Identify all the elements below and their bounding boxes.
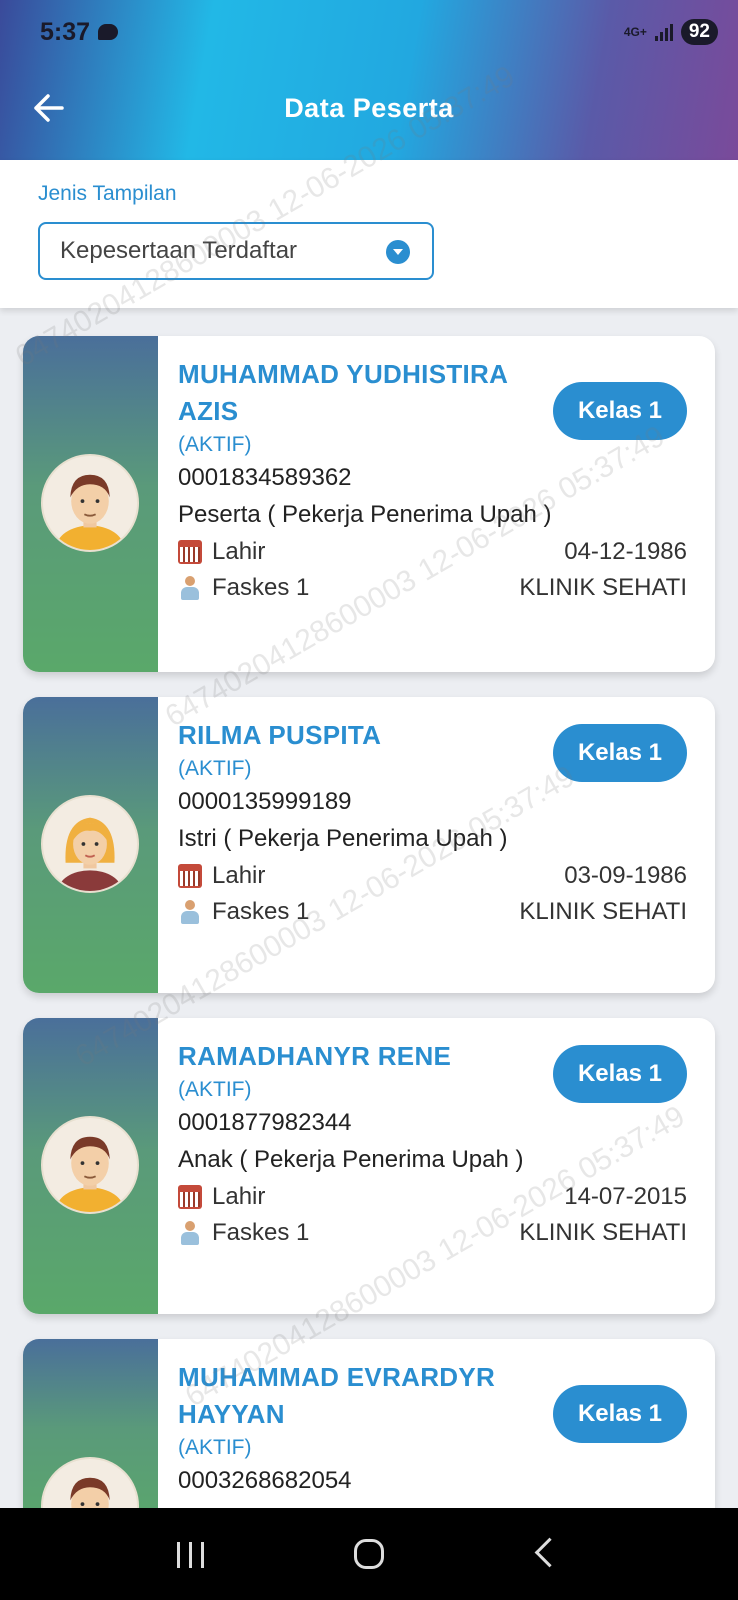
- message-notification-icon: [98, 24, 119, 40]
- recent-apps-icon[interactable]: [171, 1534, 211, 1574]
- member-card[interactable]: MUHAMMAD YUDHISTIRA AZIS (AKTIF) 0001834…: [23, 336, 715, 672]
- birth-date: 14-07-2015: [564, 1183, 687, 1210]
- member-card[interactable]: RAMADHANYR RENE (AKTIF) 0001877982344 An…: [23, 1018, 715, 1314]
- member-number: 0003268682054: [178, 1467, 352, 1494]
- class-badge: Kelas 1: [553, 1045, 687, 1103]
- faskes-row: Faskes 1 KLINIK SEHATI: [178, 1215, 687, 1251]
- birth-date: 04-12-1986: [564, 538, 687, 565]
- birth-label: Lahir: [212, 1183, 266, 1210]
- member-number: 0001877982344: [178, 1109, 352, 1136]
- birth-label: Lahir: [212, 538, 266, 565]
- signal-icon: [654, 23, 673, 41]
- doctor-icon: [178, 576, 202, 600]
- member-name: RILMA PUSPITA: [178, 720, 382, 750]
- faskes-label: Faskes 1: [212, 1219, 310, 1246]
- filter-label: Jenis Tampilan: [38, 182, 177, 205]
- home-icon[interactable]: [353, 1539, 384, 1569]
- battery-level: 92: [680, 19, 718, 45]
- view-type-select[interactable]: Kepesertaan Terdaftar: [38, 222, 434, 280]
- member-name: MUHAMMAD YUDHISTIRA AZIS: [178, 359, 508, 426]
- faskes-label: Faskes 1: [212, 574, 310, 601]
- status-time: 5:37: [40, 17, 91, 46]
- birth-date: 03-09-1986: [564, 862, 687, 889]
- back-nav-icon[interactable]: [527, 1534, 567, 1574]
- calendar-icon: [178, 1185, 202, 1209]
- birth-row: Lahir 04-12-1986: [178, 534, 687, 570]
- view-type-value: Kepesertaan Terdaftar: [60, 237, 298, 264]
- class-badge: Kelas 1: [553, 382, 687, 440]
- doctor-icon: [178, 900, 202, 924]
- app-header: 5:37 4G+ 92 Data Peserta: [0, 0, 738, 160]
- faskes-row: Faskes 1 KLINIK SEHATI: [178, 570, 687, 606]
- member-name: MUHAMMAD EVRARDYR HAYYAN: [178, 1362, 496, 1429]
- status-bar: 5:37 4G+ 92: [40, 14, 718, 50]
- birth-label: Lahir: [212, 862, 266, 889]
- male-avatar: [41, 454, 139, 552]
- view-filter-panel: Jenis Tampilan Kepesertaan Terdaftar: [0, 160, 738, 308]
- chevron-down-icon: [386, 240, 410, 264]
- member-number: 0001834589362: [178, 464, 352, 491]
- faskes-label: Faskes 1: [212, 898, 310, 925]
- member-card[interactable]: RILMA PUSPITA (AKTIF) 0000135999189 Istr…: [23, 697, 715, 993]
- class-badge: Kelas 1: [553, 1385, 687, 1443]
- calendar-icon: [178, 540, 202, 564]
- male-avatar: [41, 1116, 139, 1214]
- member-relation: Istri ( Pekerja Penerima Upah ): [178, 825, 508, 852]
- faskes-value: KLINIK SEHATI: [519, 574, 687, 601]
- back-arrow-icon[interactable]: [28, 88, 68, 128]
- faskes-value: KLINIK SEHATI: [519, 1219, 687, 1246]
- member-number: 0000135999189: [178, 788, 352, 815]
- calendar-icon: [178, 864, 202, 888]
- birth-row: Lahir 03-09-1986: [178, 858, 687, 894]
- class-badge: Kelas 1: [553, 724, 687, 782]
- member-relation: Peserta ( Pekerja Penerima Upah ): [178, 501, 552, 528]
- member-relation: Anak ( Pekerja Penerima Upah ): [178, 1146, 524, 1173]
- doctor-icon: [178, 1221, 202, 1245]
- female-avatar: [41, 795, 139, 893]
- system-nav-bar: [0, 1508, 738, 1600]
- network-type: 4G+: [623, 25, 647, 39]
- birth-row: Lahir 14-07-2015: [178, 1179, 687, 1215]
- member-name: RAMADHANYR RENE: [178, 1041, 452, 1071]
- faskes-value: KLINIK SEHATI: [519, 898, 687, 925]
- page-title: Data Peserta: [284, 92, 454, 123]
- faskes-row: Faskes 1 KLINIK SEHATI: [178, 894, 687, 930]
